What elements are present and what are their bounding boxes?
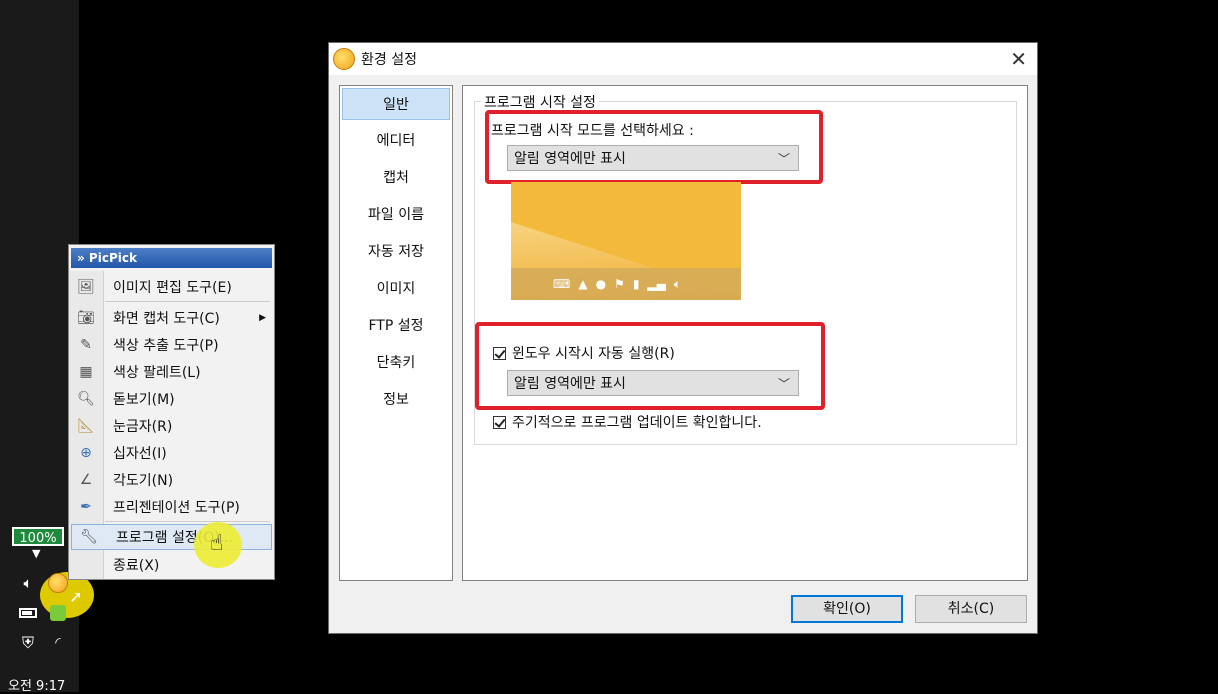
dialog-titlebar[interactable]: 환경 설정 ✕ [329, 43, 1037, 75]
eyedropper-icon: ✎ [80, 337, 92, 353]
settings-nav-list: 일반 에디터 캡처 파일 이름 자동 저장 이미지 FTP 설정 단축키 정보 [339, 85, 453, 581]
flag-icon: ⚑ [614, 277, 625, 291]
battery-icon: ▮ [632, 277, 640, 291]
picpick-app-icon [333, 48, 355, 70]
menu-separator [105, 521, 270, 522]
menu-item-presentation[interactable]: ✒ 프리젠테이션 도구(P) [69, 494, 274, 520]
hand-cursor-icon: ☝ [210, 531, 224, 556]
menu-item-protractor[interactable]: ∠ 각도기(N) [69, 467, 274, 493]
palette-grid-icon: ▦ [79, 364, 93, 380]
start-mode-label: 프로그램 시작 모드를 선택하세요 : [491, 123, 694, 139]
pen-icon: ✒ [80, 499, 92, 515]
menu-item-color-palette[interactable]: ▦ 색상 팔레트(L) [69, 359, 274, 385]
speaker-icon: 🔈︎ [673, 276, 682, 291]
checkbox-checked-icon [493, 415, 506, 429]
chevron-down-icon: ﹀ [777, 152, 790, 166]
zoom-badge: 100% [12, 527, 64, 546]
keyboard-icon: ⌨ [553, 277, 571, 291]
tray-preview-image: ⌨ ▲ ● ⚑ ▮ ▂▄ 🔈︎ [511, 182, 741, 300]
nav-item-general[interactable]: 일반 [342, 88, 450, 120]
menu-item-magnifier[interactable]: 🔍︎ 돋보기(M) [69, 386, 274, 412]
wrench-icon: 🔧︎ [80, 529, 98, 545]
menu-item-label: 돋보기(M) [113, 392, 175, 408]
clock[interactable]: 오전 9:17 [8, 675, 65, 694]
group-label: 프로그램 시작 설정 [481, 92, 599, 112]
menu-item-label: 색상 추출 도구(P) [113, 338, 219, 354]
preview-taskbar: ⌨ ▲ ● ⚑ ▮ ▂▄ 🔈︎ [511, 268, 741, 300]
speaker-icon[interactable]: 🔈︎ [16, 571, 40, 595]
menu-item-label: 십자선(I) [113, 446, 167, 462]
close-icon[interactable]: ✕ [1010, 47, 1027, 71]
tray-down-arrow-icon: ▼ [32, 547, 41, 560]
protractor-icon: ∠ [79, 472, 93, 488]
nav-item-about[interactable]: 정보 [342, 384, 450, 416]
ruler-icon: 📐︎ [77, 418, 95, 434]
menu-item-label: 이미지 편집 도구(E) [113, 280, 232, 296]
nav-item-editor[interactable]: 에디터 [342, 125, 450, 157]
submenu-arrow-icon: ▶ [259, 313, 266, 323]
preferences-dialog: 환경 설정 ✕ 일반 에디터 캡처 파일 이름 자동 저장 이미지 FTP 설정… [328, 42, 1038, 634]
dialog-title: 환경 설정 [361, 52, 417, 68]
ok-button[interactable]: 확인(O) [791, 595, 903, 623]
picpick-context-menu: » PicPick 🖼︎ 이미지 편집 도구(E) 📷︎ 화면 캡처 도구(C)… [68, 244, 275, 580]
menu-item-color-picker[interactable]: ✎ 색상 추출 도구(P) [69, 332, 274, 358]
battery-icon[interactable] [16, 601, 40, 625]
nav-item-hotkeys[interactable]: 단축키 [342, 347, 450, 379]
start-mode-select[interactable]: 알림 영역에만 표시 ﹀ [507, 145, 799, 171]
nav-item-ftp[interactable]: FTP 설정 [342, 310, 450, 342]
signal-icon: ▂▄ [647, 277, 666, 291]
chevron-down-icon: ﹀ [777, 377, 790, 391]
checkbox-label: 주기적으로 프로그램 업데이트 확인합니다. [512, 415, 762, 431]
menu-separator [105, 301, 270, 302]
app-tray-icon[interactable] [46, 601, 70, 625]
picpick-tray-icon: ● [595, 277, 607, 291]
select-value: 알림 영역에만 표시 [514, 376, 626, 392]
highlight-box [475, 322, 825, 410]
nav-item-image[interactable]: 이미지 [342, 273, 450, 305]
nav-item-autosave[interactable]: 자동 저장 [342, 236, 450, 268]
update-check-checkbox[interactable]: 주기적으로 프로그램 업데이트 확인합니다. [493, 412, 762, 432]
select-value: 알림 영역에만 표시 [514, 151, 626, 167]
menu-item-label: 색상 팔레트(L) [113, 365, 201, 381]
menu-item-image-editor[interactable]: 🖼︎ 이미지 편집 도구(E) [69, 274, 274, 300]
menu-item-label: 각도기(N) [113, 473, 174, 489]
autorun-mode-select[interactable]: 알림 영역에만 표시 ﹀ [507, 370, 799, 396]
magnifier-icon: 🔍︎ [77, 391, 95, 407]
settings-panel: 프로그램 시작 설정 프로그램 시작 모드를 선택하세요 : 알림 영역에만 표… [462, 85, 1028, 581]
menu-item-label: 눈금자(R) [113, 419, 173, 435]
camera-icon: 📷︎ [77, 310, 95, 326]
nav-item-capture[interactable]: 캡처 [342, 162, 450, 194]
menu-item-label: 프리젠테이션 도구(P) [113, 500, 240, 516]
autorun-checkbox[interactable]: 윈도우 시작시 자동 실행(R) [493, 343, 675, 363]
menu-item-ruler[interactable]: 📐︎ 눈금자(R) [69, 413, 274, 439]
image-edit-icon: 🖼︎ [77, 279, 95, 295]
checkbox-checked-icon [493, 346, 506, 360]
nav-item-filename[interactable]: 파일 이름 [342, 199, 450, 231]
chevron-up-icon: ▲ [578, 277, 588, 291]
menu-item-label: 종료(X) [113, 558, 160, 574]
crosshair-icon: ⊕ [80, 445, 92, 461]
shield-icon[interactable]: ⛨ [16, 631, 40, 655]
context-menu-title: » PicPick [71, 248, 272, 268]
menu-item-label: 화면 캡처 도구(C) [113, 311, 220, 327]
menu-item-screen-capture[interactable]: 📷︎ 화면 캡처 도구(C) ▶ [69, 305, 274, 331]
wifi-icon[interactable]: ◜ [46, 631, 70, 655]
menu-item-crosshair[interactable]: ⊕ 십자선(I) [69, 440, 274, 466]
checkbox-label: 윈도우 시작시 자동 실행(R) [512, 346, 675, 362]
cancel-button[interactable]: 취소(C) [915, 595, 1027, 623]
menu-item-exit[interactable]: 종료(X) [69, 552, 274, 578]
